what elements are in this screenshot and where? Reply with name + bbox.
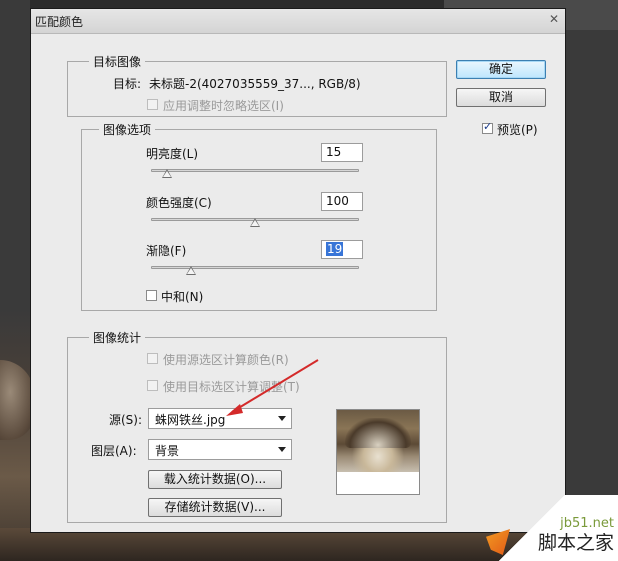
watermark-name: 脚本之家	[537, 532, 614, 554]
watermark: jb51.net 脚本之家	[478, 495, 618, 561]
watermark-logo	[486, 529, 510, 555]
annotation-arrow	[226, 359, 319, 416]
